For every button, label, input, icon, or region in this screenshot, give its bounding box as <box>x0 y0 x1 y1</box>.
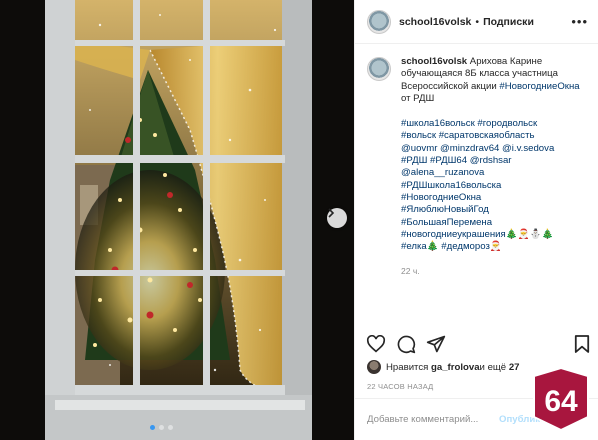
hashtag-line[interactable]: @alena__ruzanova <box>401 167 586 179</box>
action-bar <box>365 332 593 356</box>
comment-timestamp[interactable]: 22 ч. <box>401 265 586 277</box>
caption-hashtag[interactable]: #НовогодниеОкна <box>499 81 579 92</box>
liker-avatar[interactable] <box>367 360 381 374</box>
liker-username[interactable]: ga_frolova <box>431 362 480 373</box>
window-christmas-tree-photo <box>0 0 354 440</box>
chevron-right-icon <box>328 208 335 218</box>
likes-count[interactable]: 27 <box>509 362 520 373</box>
hashtag-list: #школа16вольск #городвольск #вольск #сар… <box>401 118 586 253</box>
hashtag-line[interactable]: #елка🎄 #дедмороз🎅 <box>401 241 586 253</box>
share-button[interactable] <box>425 333 447 355</box>
carousel-dots <box>150 425 173 430</box>
logo-64-icon: 64 <box>533 366 589 432</box>
caption-username[interactable]: school16volsk <box>401 56 467 67</box>
caption-comment: school16volsk Арихова Карине обучающаяся… <box>367 56 586 278</box>
carousel-next-button[interactable] <box>327 208 347 228</box>
channel-64-logo: 64 <box>530 366 592 432</box>
carousel-dot <box>150 425 155 430</box>
comment-button[interactable] <box>395 333 417 355</box>
hashtag-line[interactable]: #БольшаяПеремена <box>401 217 586 229</box>
avatar[interactable] <box>367 9 391 34</box>
like-button[interactable] <box>365 333 387 355</box>
likes-summary: Нравится ga_frolova и ещё 27 <box>367 360 519 374</box>
paper-plane-icon <box>426 335 446 353</box>
hashtag-line[interactable]: #РДШшкола16вольска <box>401 180 586 192</box>
header-separator: • <box>475 15 480 28</box>
hashtag-line[interactable]: #ЯлюблюНовыйГод <box>401 204 586 216</box>
post-photo[interactable] <box>0 0 354 440</box>
instagram-post-view: school16volsk • Подписки ••• school16vol… <box>0 0 598 440</box>
caption-area: school16volsk Арихова Карине обучающаяся… <box>355 44 598 338</box>
hashtag-line[interactable]: #школа16вольск #городвольск <box>401 118 586 130</box>
likes-prefix: Нравится <box>386 361 429 373</box>
header-username[interactable]: school16volsk <box>399 16 471 28</box>
comment-input[interactable] <box>367 414 499 425</box>
caption-body: school16volsk Арихова Карине обучающаяся… <box>401 56 586 278</box>
avatar[interactable] <box>367 57 391 81</box>
heart-icon <box>366 335 386 353</box>
following-button[interactable]: Подписки <box>483 16 534 28</box>
likes-middle: и ещё <box>479 361 507 373</box>
more-dots-icon[interactable]: ••• <box>571 15 588 28</box>
hashtag-line[interactable]: #вольск #саратовскаяобласть <box>401 130 586 142</box>
comment-icon <box>397 335 416 354</box>
hashtag-line[interactable]: #новогодниеукрашения🎄🎅⛄🎄 <box>401 229 586 241</box>
logo-text: 64 <box>544 385 578 418</box>
posted-time[interactable]: 22 ЧАСОВ НАЗАД <box>367 382 433 391</box>
carousel-dot <box>168 425 173 430</box>
post-header: school16volsk • Подписки ••• <box>355 0 598 44</box>
hashtag-line[interactable]: #НовогодниеОкна <box>401 192 586 204</box>
hashtag-line[interactable]: @uovmr @minzdrav64 @i.v.sedova <box>401 143 586 155</box>
caption-suffix: от РДШ <box>401 92 435 104</box>
save-button[interactable] <box>571 333 593 355</box>
hashtag-line[interactable]: #РДШ #РДШ64 @rdshsar <box>401 155 586 167</box>
carousel-dot <box>159 425 164 430</box>
bookmark-icon <box>574 335 590 353</box>
